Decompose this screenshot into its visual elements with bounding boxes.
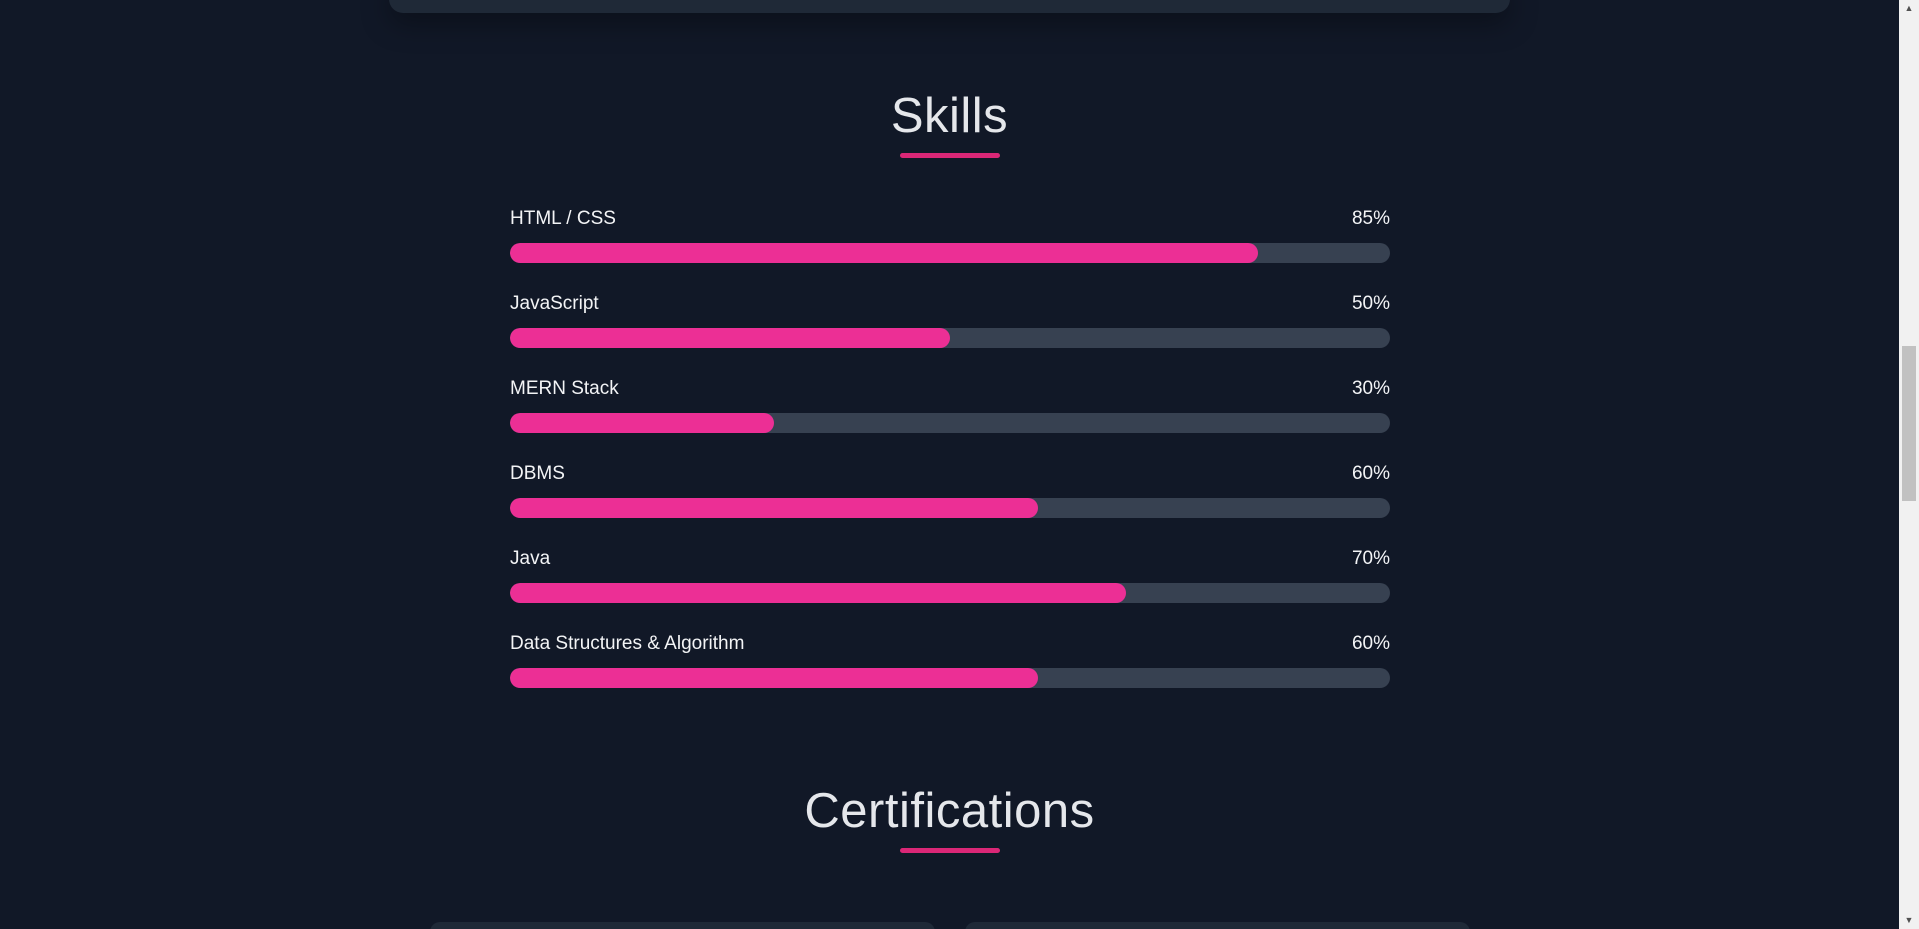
skills-title-underline <box>900 153 1000 158</box>
certification-card[interactable] <box>965 922 1470 929</box>
skills-title: Skills <box>890 89 1009 143</box>
skill-progress-track <box>510 413 1390 433</box>
skill-header: Data Structures & Algorithm 60% <box>510 631 1390 657</box>
skill-progress-track <box>510 668 1390 688</box>
skill-name: Java <box>510 548 551 569</box>
skill-progress-track <box>510 243 1390 263</box>
triangle-down-icon[interactable]: ▼ <box>1899 912 1919 929</box>
skill-percent: 50% <box>1351 293 1390 314</box>
skill-header: HTML / CSS 85% <box>510 206 1390 232</box>
previous-section-card <box>389 0 1510 13</box>
skill-progress-track <box>510 328 1390 348</box>
skill-item: JavaScript 50% <box>510 291 1390 376</box>
page: Skills HTML / CSS 85% JavaScript 50% MERN St… <box>0 0 1919 929</box>
skill-percent: 60% <box>1351 463 1390 484</box>
skill-percent: 60% <box>1351 633 1390 654</box>
skill-progress-fill <box>510 243 1258 263</box>
skill-progress-fill <box>510 668 1038 688</box>
skill-progress-track <box>510 583 1390 603</box>
skill-item: Data Structures & Algorithm 60% <box>510 631 1390 716</box>
vertical-scrollbar[interactable]: ▲ ▼ <box>1899 0 1919 929</box>
skill-header: JavaScript 50% <box>510 291 1390 317</box>
skill-name: HTML / CSS <box>510 208 616 229</box>
skill-percent: 30% <box>1351 378 1390 399</box>
skill-progress-fill <box>510 413 774 433</box>
certifications-title-underline <box>900 848 1000 853</box>
skill-name: Data Structures & Algorithm <box>510 633 745 654</box>
skill-progress-fill <box>510 328 950 348</box>
skill-name: DBMS <box>510 463 565 484</box>
scrollbar-thumb[interactable] <box>1902 346 1916 501</box>
skill-header: DBMS 60% <box>510 461 1390 487</box>
skill-progress-fill <box>510 583 1126 603</box>
skill-progress-fill <box>510 498 1038 518</box>
skill-percent: 70% <box>1351 548 1390 569</box>
skill-header: Java 70% <box>510 546 1390 572</box>
skill-name: JavaScript <box>510 293 599 314</box>
skill-header: MERN Stack 30% <box>510 376 1390 402</box>
triangle-up-icon[interactable]: ▲ <box>1899 0 1919 17</box>
certifications-title: Certifications <box>804 784 1095 838</box>
skill-percent: 85% <box>1351 208 1390 229</box>
skill-item: HTML / CSS 85% <box>510 206 1390 291</box>
skills-list: HTML / CSS 85% JavaScript 50% MERN Stack 30% D… <box>510 206 1390 716</box>
certification-card[interactable] <box>430 922 935 929</box>
skill-item: MERN Stack 30% <box>510 376 1390 461</box>
skill-item: Java 70% <box>510 546 1390 631</box>
skill-progress-track <box>510 498 1390 518</box>
skill-name: MERN Stack <box>510 378 619 399</box>
skill-item: DBMS 60% <box>510 461 1390 546</box>
